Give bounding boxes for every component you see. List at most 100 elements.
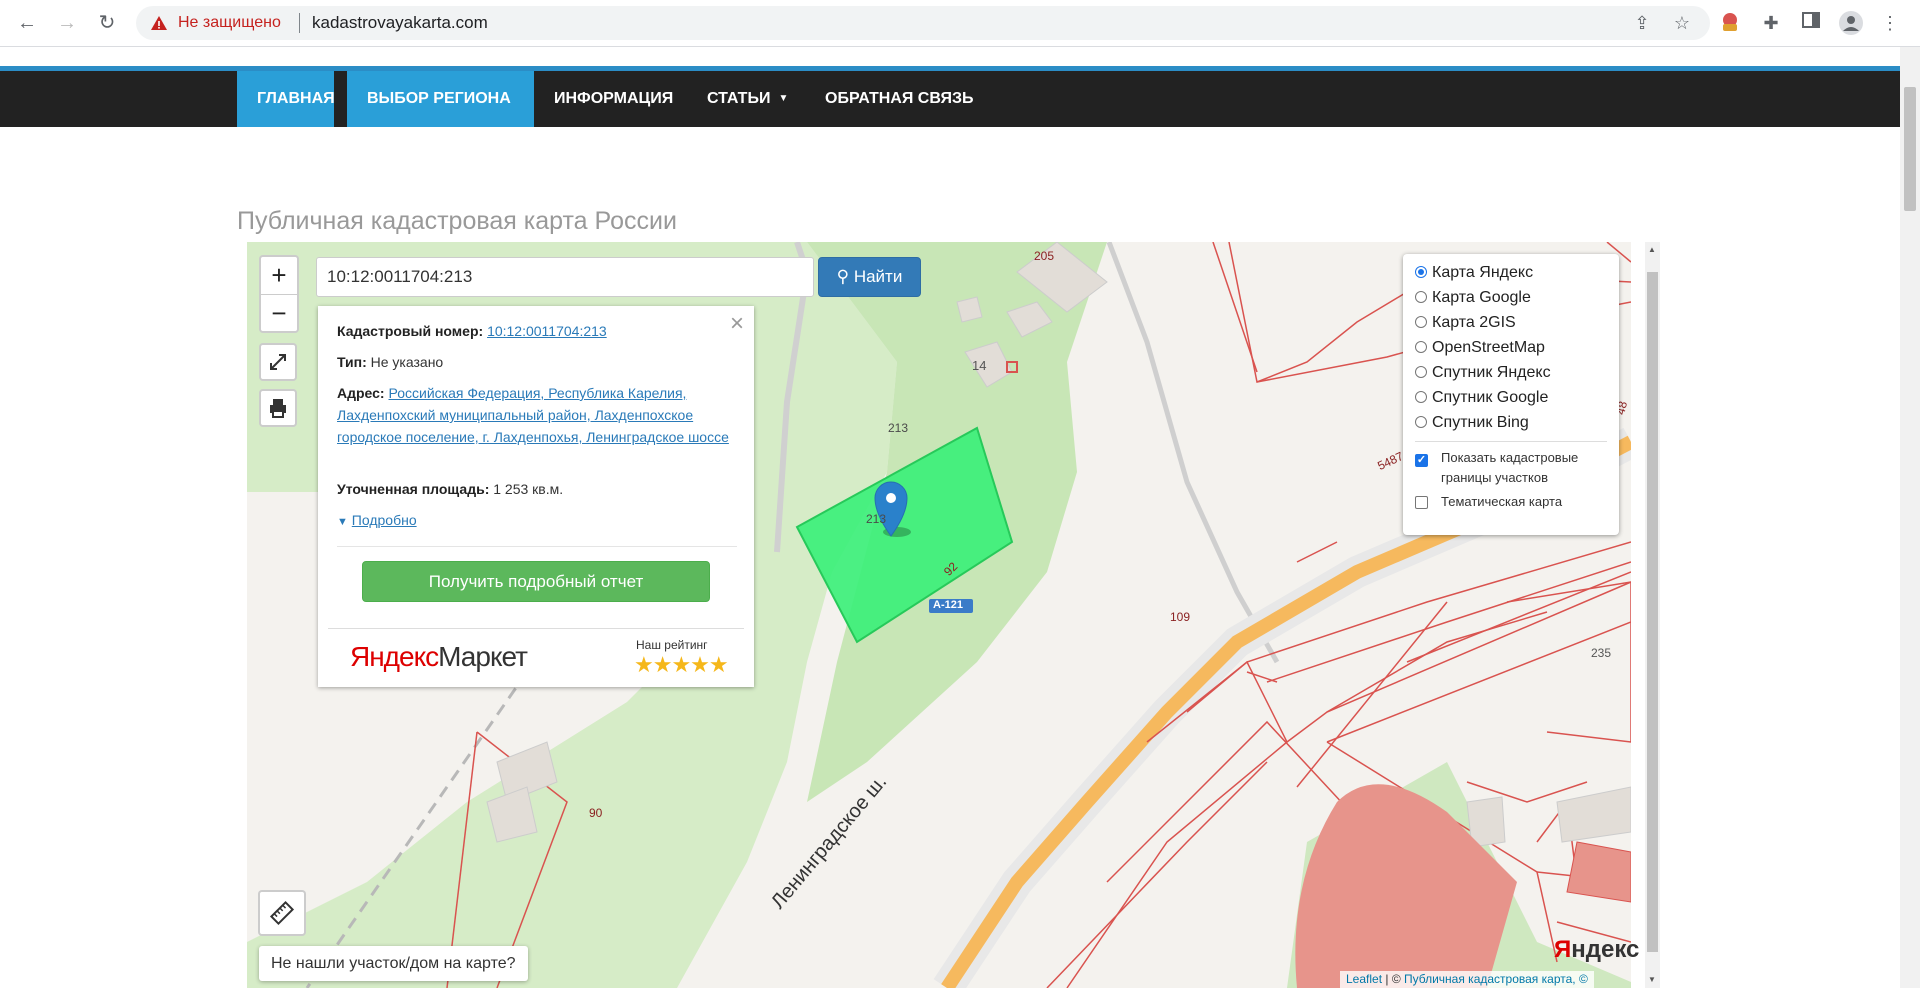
nav-label: ВЫБОР РЕГИОНА	[367, 90, 511, 107]
nav-item-articles[interactable]: СТАТЬИ ▼	[687, 71, 808, 127]
warning-icon	[151, 16, 167, 30]
radio-icon[interactable]	[1415, 266, 1427, 278]
parcel-info-popup: × Кадастровый номер: 10:12:0011704:213 Т…	[318, 306, 754, 687]
reload-icon[interactable]: ↻	[94, 10, 120, 36]
cad-number-link[interactable]: 10:12:0011704:213	[487, 323, 607, 339]
cadastral-search-input[interactable]: 10:12:0011704:213	[316, 257, 814, 297]
ruler-icon	[269, 900, 295, 926]
pkk-link[interactable]: Публичная кадастровая карта, ©	[1404, 972, 1588, 986]
map-label: 235	[1591, 646, 1612, 660]
road-badge: A-121	[933, 599, 963, 611]
share-icon[interactable]: ⇪	[1630, 11, 1654, 35]
show-borders-checkbox[interactable]: ✓	[1415, 454, 1428, 467]
zoom-in-button[interactable]: +	[261, 257, 297, 295]
search-button-label: Найти	[853, 267, 903, 286]
print-button[interactable]	[259, 389, 297, 427]
area-label: Уточненная площадь:	[337, 481, 490, 497]
browser-toolbar: ← → ↻ Не защищено kadastrovayakarta.com …	[0, 0, 1920, 47]
thematic-map-checkbox[interactable]	[1415, 496, 1428, 509]
layer-option-2gis[interactable]: Карта 2GIS	[1415, 311, 1516, 335]
address-bar[interactable]: Не защищено kadastrovayakarta.com ⇪ ☆	[136, 6, 1710, 40]
fullscreen-button[interactable]	[259, 343, 297, 381]
divider	[337, 546, 737, 547]
side-panel-icon[interactable]	[1799, 11, 1823, 35]
zoom-out-button[interactable]: −	[261, 295, 297, 332]
layer-control: Карта Яндекс Карта Google Карта 2GIS Ope…	[1403, 254, 1619, 535]
radio-icon[interactable]	[1415, 391, 1427, 403]
cad-number-row: Кадастровый номер: 10:12:0011704:213	[337, 320, 737, 342]
cad-label: Кадастровый номер:	[337, 323, 484, 339]
nav-item-feedback[interactable]: ОБРАТНАЯ СВЯЗЬ	[805, 71, 994, 127]
area-row: Уточненная площадь: 1 253 кв.м.	[337, 478, 737, 500]
back-icon[interactable]: ←	[14, 10, 40, 36]
layer-label: Карта Яндекс	[1432, 264, 1534, 281]
get-report-button[interactable]: Получить подробный отчет	[362, 561, 710, 602]
radio-icon[interactable]	[1415, 366, 1427, 378]
layer-option-bing-sat[interactable]: Спутник Bing	[1415, 411, 1529, 435]
search-icon: ⚲	[836, 267, 850, 286]
map-label: 14	[972, 358, 987, 373]
profile-icon[interactable]	[1839, 11, 1863, 35]
measure-button[interactable]	[258, 890, 306, 936]
not-found-link[interactable]: Не нашли участок/дом на карте?	[259, 946, 528, 981]
details-link[interactable]: Подробно	[352, 512, 417, 528]
nav-label: СТАТЬИ	[707, 90, 771, 107]
layer-option-osm[interactable]: OpenStreetMap	[1415, 336, 1545, 360]
address-row: Адрес: Российская Федерация, Республика …	[337, 382, 737, 448]
logo-rest: ндекс	[1571, 936, 1640, 963]
forward-icon[interactable]: →	[54, 10, 80, 36]
yandex-market-badge[interactable]: ЯндексМаркет Наш рейтинг ★★★★★	[328, 628, 744, 681]
divider	[299, 13, 300, 33]
type-label: Тип:	[337, 354, 367, 370]
map-scrollbar-thumb[interactable]	[1647, 272, 1658, 952]
radio-icon[interactable]	[1415, 341, 1427, 353]
zoom-control: + −	[259, 255, 299, 333]
bookmark-star-icon[interactable]: ☆	[1670, 11, 1694, 35]
chevron-down-icon: ▼	[375, 149, 385, 160]
nav-label: ИНФОРМАЦИЯ	[554, 90, 674, 107]
radio-icon[interactable]	[1415, 316, 1427, 328]
yandex-logo[interactable]: Яндекс	[1554, 936, 1639, 964]
page-title: Публичная кадастровая карта России	[237, 206, 677, 235]
leaflet-link[interactable]: Leaflet	[1346, 972, 1382, 986]
scroll-down-icon[interactable]: ▼	[1648, 975, 1656, 984]
nav-item-region[interactable]: ВЫБОР РЕГИОНА ▼	[347, 71, 534, 160]
logo-market: Маркет	[438, 641, 528, 672]
address-link[interactable]: Российская Федерация, Республика Карелия…	[337, 385, 729, 445]
layer-label: OpenStreetMap	[1432, 339, 1545, 356]
page-scrollbar[interactable]	[1900, 47, 1920, 988]
layer-option-yandex-sat[interactable]: Спутник Яндекс	[1415, 361, 1551, 385]
rating-label: Наш рейтинг	[636, 638, 708, 652]
url-text[interactable]: kadastrovayakarta.com	[312, 13, 488, 33]
security-status[interactable]: Не защищено	[178, 14, 281, 32]
map-label: 90	[589, 806, 603, 820]
layer-label: Спутник Google	[1432, 389, 1549, 406]
yandex-market-logo: ЯндексМаркет	[350, 641, 528, 673]
nav-item-home[interactable]: ГЛАВНАЯ	[237, 71, 335, 127]
layer-label: Карта Google	[1432, 289, 1531, 306]
extension-avatar-icon[interactable]	[1718, 11, 1742, 35]
map-attribution: Leaflet | © Публичная кадастровая карта,…	[1340, 971, 1594, 988]
expand-icon	[270, 354, 286, 370]
thematic-map-label: Тематическая карта	[1441, 494, 1563, 509]
nav-item-info[interactable]: ИНФОРМАЦИЯ	[534, 71, 693, 127]
radio-icon[interactable]	[1415, 291, 1427, 303]
nav-label: ГЛАВНАЯ	[257, 90, 335, 107]
layer-label: Спутник Яндекс	[1432, 364, 1551, 381]
layer-option-google-sat[interactable]: Спутник Google	[1415, 386, 1548, 410]
map-scrollbar[interactable]: ▲ ▼	[1645, 242, 1660, 988]
type-row: Тип: Не указано	[337, 351, 737, 373]
puzzle-icon[interactable]: ✚	[1759, 11, 1783, 35]
layer-label: Спутник Bing	[1432, 414, 1529, 431]
radio-icon[interactable]	[1415, 416, 1427, 428]
printer-icon	[270, 399, 286, 418]
layer-option-google-map[interactable]: Карта Google	[1415, 286, 1531, 310]
layer-option-yandex-map[interactable]: Карта Яндекс	[1415, 261, 1533, 285]
details-row: ▼ Подробно	[337, 509, 737, 533]
rating-stars: ★★★★★	[634, 652, 729, 677]
scroll-up-icon[interactable]: ▲	[1648, 245, 1656, 254]
search-button[interactable]: ⚲ Найти	[818, 257, 921, 297]
kebab-menu-icon[interactable]: ⋮	[1878, 11, 1902, 35]
site-nav: ГЛАВНАЯ ВЫБОР РЕГИОНА ▼ ИНФОРМАЦИЯ СТАТЬИ…	[0, 71, 1900, 160]
page-scrollbar-thumb[interactable]	[1904, 87, 1916, 211]
